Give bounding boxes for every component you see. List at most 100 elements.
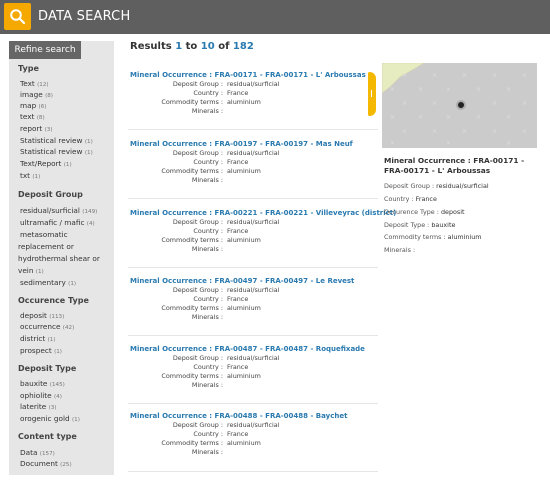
search-icon[interactable]	[4, 3, 31, 30]
result-field: Minerals :	[191, 176, 223, 184]
location-marker-icon[interactable]	[456, 100, 466, 110]
facet-item[interactable]: residual/surficial (149)	[20, 206, 97, 215]
facet-item[interactable]: replacement or	[18, 242, 74, 251]
facet-item[interactable]: occurrence (42)	[20, 322, 74, 331]
result-field: Commodity terms : aluminium	[161, 304, 261, 312]
facet-item[interactable]: laterite (3)	[20, 402, 57, 411]
svg-text:×: ×	[506, 140, 511, 147]
facet-item[interactable]: ophiolite (4)	[20, 391, 62, 400]
result-title-link[interactable]: Mineral Occurrence : FRA-00221 - FRA-002…	[130, 209, 396, 217]
facet-item[interactable]: Data (157)	[20, 448, 55, 457]
result-title-link[interactable]: Mineral Occurrence : FRA-00497 - FRA-004…	[130, 277, 354, 285]
result-field: Deposit Group : residual/surficial	[172, 149, 280, 157]
svg-text:×: ×	[418, 114, 423, 121]
facet-item[interactable]: Text/Report (1)	[20, 159, 72, 168]
page-title: DATA SEARCH	[38, 9, 131, 24]
result-field: Minerals :	[191, 381, 223, 389]
result-field: Minerals :	[191, 107, 223, 115]
result-title-link[interactable]: Mineral Occurrence : FRA-00488 - FRA-004…	[130, 412, 347, 420]
svg-text:×: ×	[492, 72, 497, 79]
svg-text:×: ×	[506, 114, 511, 121]
result-title-link[interactable]: Mineral Occurrence : FRA-00487 - FRA-004…	[130, 345, 365, 353]
facet-item[interactable]: sedimentary (1)	[20, 278, 76, 287]
facet-title-deposit-group: Deposit Group	[18, 190, 83, 199]
facet-item[interactable]: ultramafic / mafic (4)	[20, 218, 95, 227]
svg-text:×: ×	[446, 114, 451, 121]
svg-text:×: ×	[432, 72, 437, 79]
facet-title-deposit-type: Deposit Type	[18, 364, 77, 373]
svg-text:×: ×	[476, 86, 481, 93]
facet-title-type: Type	[18, 64, 39, 73]
svg-text:×: ×	[446, 86, 451, 93]
svg-text:×: ×	[446, 140, 451, 147]
result-field: Commodity terms : aluminium	[161, 372, 261, 380]
facet-item[interactable]: Statistical review (1)	[20, 147, 93, 156]
result-field: Country : France	[193, 430, 249, 438]
svg-text:×: ×	[522, 128, 527, 135]
facet-item[interactable]: map (6)	[20, 101, 46, 110]
result-field: Minerals :	[191, 245, 223, 253]
svg-text:×: ×	[390, 140, 395, 147]
facet-item[interactable]: orogenic gold (1)	[20, 414, 80, 423]
facet-item[interactable]: vein (1)	[18, 266, 44, 275]
result-field: Commodity terms : aluminium	[161, 167, 261, 175]
result-title-link[interactable]: Mineral Occurrence : FRA-00197 - FRA-001…	[130, 140, 353, 148]
result-field: Country : France	[193, 227, 249, 235]
svg-text:×: ×	[522, 72, 527, 79]
facet-item[interactable]: image (8)	[20, 90, 53, 99]
facet-item[interactable]: bauxite (145)	[20, 379, 65, 388]
facet-item[interactable]: metasomatic	[20, 230, 68, 239]
svg-text:×: ×	[390, 86, 395, 93]
result-divider	[128, 198, 378, 199]
svg-text:×: ×	[432, 128, 437, 135]
map-panel[interactable]: × × × × × × × × × × × × × × × × × × × × × × × × × × ×	[382, 63, 537, 148]
svg-text:×: ×	[402, 100, 407, 107]
detail-field: Commodity terms : aluminium	[384, 233, 482, 241]
facet-item[interactable]: Statistical review (1)	[20, 136, 93, 145]
svg-text:×: ×	[390, 114, 395, 121]
collapse-handle-icon[interactable]	[368, 72, 376, 116]
svg-text:×: ×	[402, 128, 407, 135]
detail-field: Deposit Group : residual/surficial	[384, 182, 489, 190]
result-field: Deposit Group : residual/surficial	[172, 218, 280, 226]
facet-item[interactable]: Text (12)	[20, 79, 49, 88]
svg-text:×: ×	[522, 100, 527, 107]
facet-item[interactable]: prospect (1)	[20, 346, 62, 355]
svg-text:×: ×	[492, 100, 497, 107]
facet-item[interactable]: hydrothermal shear or	[18, 254, 100, 263]
svg-text:×: ×	[418, 86, 423, 93]
refine-search-button[interactable]: Refine search	[9, 41, 81, 59]
svg-text:×: ×	[506, 86, 511, 93]
result-title-link[interactable]: Mineral Occurrence : FRA-00171 - FRA-001…	[130, 71, 366, 79]
top-bar: DATA SEARCH	[0, 0, 550, 34]
result-field: Country : France	[193, 158, 249, 166]
facet-item[interactable]: report (3)	[20, 124, 53, 133]
detail-field: Deposit Type : bauxite	[384, 221, 456, 229]
facet-title-content-type: Content type	[18, 432, 77, 441]
svg-text:×: ×	[462, 128, 467, 135]
svg-text:×: ×	[476, 114, 481, 121]
result-field: Commodity terms : aluminium	[161, 439, 261, 447]
detail-field: Country : France	[384, 195, 437, 203]
facet-item[interactable]: txt (1)	[20, 171, 40, 180]
result-field: Deposit Group : residual/surficial	[172, 354, 280, 362]
facet-item[interactable]: district (1)	[20, 334, 56, 343]
facet-item[interactable]: text (8)	[20, 112, 45, 121]
result-divider	[128, 403, 378, 404]
result-field: Minerals :	[191, 448, 223, 456]
result-field: Country : France	[193, 295, 249, 303]
result-field: Deposit Group : residual/surficial	[172, 421, 280, 429]
detail-field: Minerals :	[384, 246, 416, 254]
detail-field: Occurence Type : deposit	[384, 208, 465, 216]
svg-text:×: ×	[402, 72, 407, 79]
svg-text:×: ×	[432, 100, 437, 107]
facet-item[interactable]: Document (25)	[20, 459, 72, 468]
result-field: Country : France	[193, 89, 249, 97]
result-field: Minerals :	[191, 313, 223, 321]
result-field: Deposit Group : residual/surficial	[172, 286, 280, 294]
map-canvas: × × × × × × × × × × × × × × × × × × × × × × × × × × ×	[382, 63, 537, 148]
result-divider	[128, 267, 378, 268]
result-field: Country : France	[193, 363, 249, 371]
svg-text:×: ×	[462, 72, 467, 79]
facet-item[interactable]: deposit (113)	[20, 311, 64, 320]
